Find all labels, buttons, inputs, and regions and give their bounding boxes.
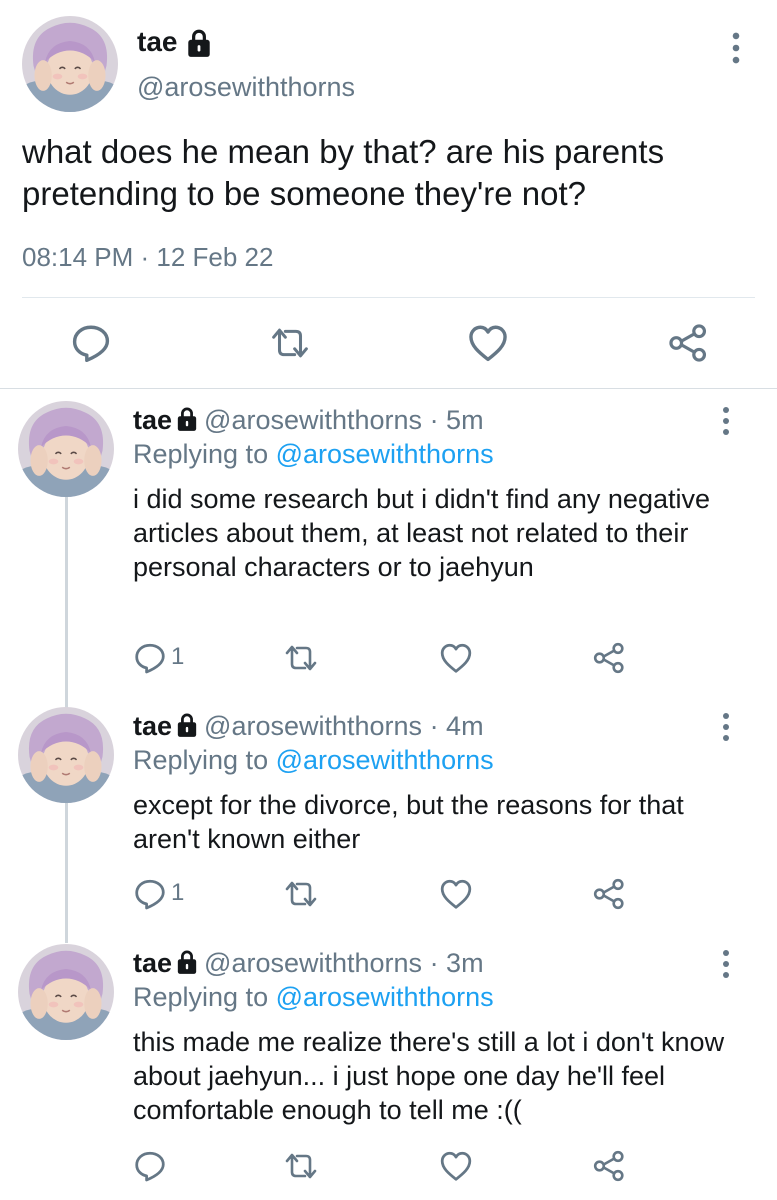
avatar[interactable] (18, 401, 114, 497)
replying-to-label: Replying to (133, 982, 276, 1012)
tweet-timestamp[interactable]: 08:14 PM · 12 Feb 22 (22, 242, 273, 273)
tweet-actions: 1 (0, 877, 777, 917)
reply-icon[interactable] (70, 322, 112, 364)
retweet-icon[interactable] (283, 641, 317, 675)
avatar[interactable] (18, 707, 114, 803)
tweet-thread-page: tae @arosewiththorns what does he mean b… (0, 0, 777, 1200)
tweet-text: except for the divorce, but the reasons … (133, 790, 684, 854)
tweet-text: what does he mean by that? are his paren… (22, 133, 665, 212)
reply-header: tae @arosewiththorns · 5m (133, 403, 484, 437)
replying-to-label: Replying to (133, 745, 276, 775)
author-handle[interactable]: @arosewiththorns (204, 948, 422, 978)
reply-icon[interactable] (133, 641, 167, 675)
share-icon[interactable] (592, 1149, 626, 1183)
replying-to-label: Replying to (133, 439, 276, 469)
lock-icon (186, 28, 212, 58)
tweet-actions: 1 (0, 641, 777, 681)
tweet-text: this made me realize there's still a lot… (133, 1027, 725, 1125)
author-name[interactable]: tae (133, 711, 172, 741)
retweet-icon[interactable] (283, 877, 317, 911)
reply-count: 1 (171, 879, 185, 906)
avatar[interactable] (18, 944, 114, 1040)
reply-icon[interactable] (133, 1149, 167, 1183)
heart-icon[interactable] (467, 322, 509, 364)
mention-link[interactable]: @arosewiththorns (276, 439, 494, 469)
divider (0, 388, 777, 389)
share-icon[interactable] (592, 877, 626, 911)
reply-header: tae @arosewiththorns · 3m (133, 946, 484, 980)
author-name[interactable]: tae (137, 26, 177, 58)
retweet-icon[interactable] (283, 1149, 317, 1183)
avatar[interactable] (22, 16, 118, 112)
replying-to: Replying to @arosewiththorns (133, 743, 494, 777)
reply-count: 1 (171, 643, 185, 670)
heart-icon[interactable] (439, 1149, 473, 1183)
author-handle[interactable]: @arosewiththorns (137, 72, 355, 103)
author-handle[interactable]: @arosewiththorns (204, 405, 422, 435)
author-name[interactable]: tae (133, 948, 172, 978)
divider (22, 297, 755, 298)
reply-tweet[interactable]: tae @arosewiththorns · 3m Replying to @ar… (0, 944, 777, 1194)
tweet-text: i did some research but i didn't find an… (133, 484, 710, 582)
tweet-time-ago[interactable]: · 5m (430, 405, 484, 435)
reply-tweet[interactable]: tae @arosewiththorns · 4m Replying to @ar… (0, 707, 777, 927)
tweet-actions (0, 1149, 777, 1189)
author-handle[interactable]: @arosewiththorns (204, 711, 422, 741)
reply-icon[interactable] (133, 877, 167, 911)
lock-icon (176, 712, 198, 738)
more-vertical-icon[interactable] (716, 948, 736, 980)
reply-header: tae @arosewiththorns · 4m (133, 709, 484, 743)
tweet-time-ago[interactable]: · 3m (430, 948, 484, 978)
mention-link[interactable]: @arosewiththorns (276, 982, 494, 1012)
lock-icon (176, 406, 198, 432)
mention-link[interactable]: @arosewiththorns (276, 745, 494, 775)
more-vertical-icon[interactable] (725, 30, 747, 66)
main-tweet: tae @arosewiththorns what does he mean b… (0, 0, 777, 388)
retweet-icon[interactable] (269, 322, 311, 364)
more-vertical-icon[interactable] (716, 405, 736, 437)
reply-tweet[interactable]: tae @arosewiththorns · 5m Replying to @ar… (0, 401, 777, 691)
replying-to: Replying to @arosewiththorns (133, 437, 494, 471)
share-icon[interactable] (592, 641, 626, 675)
replying-to: Replying to @arosewiththorns (133, 980, 494, 1014)
lock-icon (176, 949, 198, 975)
heart-icon[interactable] (439, 877, 473, 911)
tweet-time-ago[interactable]: · 4m (430, 711, 484, 741)
author-name[interactable]: tae (133, 405, 172, 435)
share-icon[interactable] (667, 322, 709, 364)
more-vertical-icon[interactable] (716, 711, 736, 743)
heart-icon[interactable] (439, 641, 473, 675)
